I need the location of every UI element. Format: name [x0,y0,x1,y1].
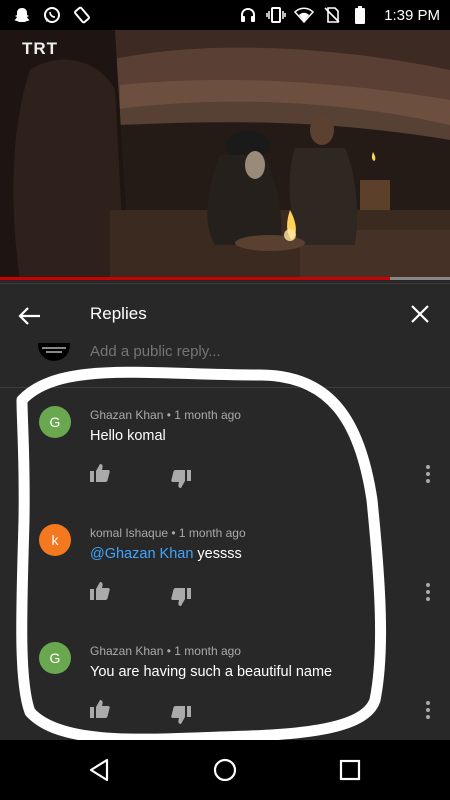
system-nav-bar [0,740,450,800]
author-name[interactable]: Ghazan Khan [90,644,163,658]
reply-text: You are having such a beautiful name [90,664,333,680]
replies-header: Replies [0,283,450,344]
meta-separator: • [168,526,179,540]
thumbs-up-icon[interactable] [89,698,111,720]
status-time: 1:39 PM [384,6,440,24]
snapchat-icon [12,5,32,25]
thumbs-up-icon[interactable] [89,462,111,484]
reply-body: yessss [193,546,242,562]
user-avatar [38,343,70,361]
battery-icon [350,5,370,25]
home-circle-icon[interactable] [210,755,240,785]
close-icon[interactable] [408,302,432,326]
mention-link[interactable]: @Ghazan Khan [90,546,193,562]
reply-meta: Ghazan Khan • 1 month ago [90,408,241,422]
system-icons: 1:39 PM [238,5,440,25]
reply-text: @Ghazan Khan yessss [90,546,242,562]
video-player[interactable]: TRT [0,30,450,280]
video-progress-bar[interactable] [0,277,450,280]
reply-item: k komal Ishaque • 1 month ago @Ghazan Kh… [0,508,450,626]
page-title: Replies [90,304,147,323]
recents-square-icon[interactable] [335,755,365,785]
more-vert-icon[interactable] [420,462,436,486]
thumbs-down-icon[interactable] [170,586,192,608]
video-frame [0,30,450,280]
reply-text: Hello komal [90,428,166,444]
reply-item: G Ghazan Khan • 1 month ago You are havi… [0,626,450,744]
notification-icons [12,5,92,25]
avatar[interactable]: G [39,642,71,674]
meta-separator: • [163,644,175,658]
vibrate-icon [266,5,286,25]
reply-age: 1 month ago [174,408,241,422]
thumbs-down-icon[interactable] [170,468,192,490]
avatar[interactable]: k [39,524,71,556]
back-triangle-icon[interactable] [85,755,115,785]
reply-input[interactable] [90,343,390,360]
meta-separator: • [163,408,175,422]
reply-meta: Ghazan Khan • 1 month ago [90,644,241,658]
reply-item: G Ghazan Khan • 1 month ago Hello komal [0,390,450,508]
author-name[interactable]: Ghazan Khan [90,408,163,422]
thumbs-up-icon[interactable] [89,580,111,602]
headset-icon [238,5,258,25]
reply-composer [0,343,450,388]
whatsapp-icon [42,5,62,25]
channel-logo: TRT [22,39,59,58]
more-vert-icon[interactable] [420,698,436,722]
no-sim-icon [322,5,342,25]
screen-rotation-icon [72,5,92,25]
more-vert-icon[interactable] [420,580,436,604]
back-arrow-icon[interactable] [16,302,44,330]
author-name[interactable]: komal Ishaque [90,526,168,540]
avatar[interactable]: G [39,406,71,438]
status-bar: 1:39 PM [0,0,450,30]
wifi-icon [294,5,315,25]
video-buffer-bar [390,277,450,280]
thumbs-down-icon[interactable] [170,704,192,726]
reply-meta: komal Ishaque • 1 month ago [90,526,246,540]
reply-age: 1 month ago [178,526,246,540]
reply-age: 1 month ago [174,644,241,658]
